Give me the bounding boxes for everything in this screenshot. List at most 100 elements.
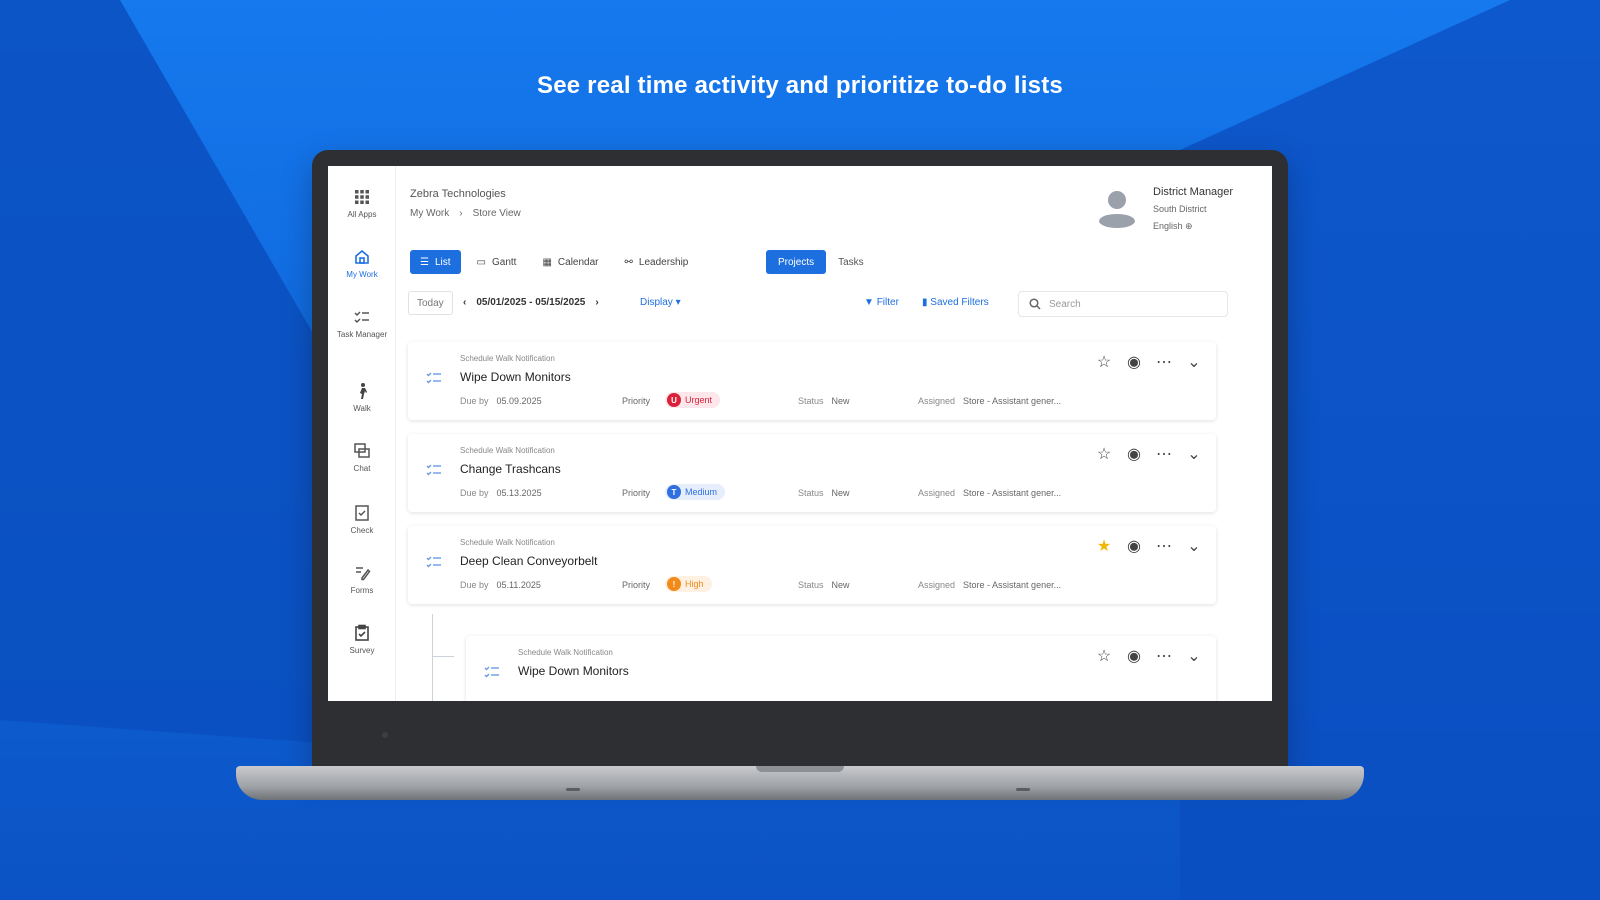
breadcrumb: My Work › Store View	[410, 208, 521, 219]
subtask-connector	[432, 656, 454, 657]
filter-bar: Today ‹ 05/01/2025 - 05/15/2025 › Displa…	[408, 291, 1228, 317]
sidebar-item-chat[interactable]: Chat	[328, 442, 396, 474]
display-dropdown[interactable]: Display ▾	[640, 297, 681, 308]
star-icon[interactable]: ☆	[1096, 354, 1112, 371]
toggle-projects[interactable]: Projects	[766, 250, 827, 274]
today-button[interactable]: Today	[408, 291, 453, 315]
task-title[interactable]: Wipe Down Monitors	[460, 370, 571, 384]
headline: See real time activity and prioritize to…	[537, 72, 1063, 99]
priority-label: Priority	[622, 488, 651, 498]
calendar-icon: ▦	[542, 256, 552, 268]
eye-icon[interactable]: ◉	[1126, 446, 1142, 463]
view-label: List	[434, 256, 451, 268]
chevron-down-icon[interactable]: ⌄	[1186, 354, 1202, 371]
toggle-tasks[interactable]: Tasks	[826, 250, 876, 274]
task-actions: ☆ ◉ ⋯ ⌄	[1096, 446, 1202, 463]
sidebar-item-label: Chat	[353, 464, 371, 473]
breadcrumb-store-view: Store View	[472, 208, 521, 219]
view-gantt-button[interactable]: ▭ Gantt	[466, 250, 527, 274]
list-icon: ☰	[420, 256, 429, 268]
bookmark-icon: ▮	[922, 297, 928, 308]
view-calendar-button[interactable]: ▦ Calendar	[532, 250, 609, 274]
chevron-down-icon[interactable]: ⌄	[1186, 648, 1202, 665]
eye-icon[interactable]: ◉	[1126, 538, 1142, 555]
more-icon[interactable]: ⋯	[1156, 648, 1172, 665]
app-screen: All Apps My Work Task Manager Walk Chat …	[328, 166, 1272, 701]
task-title[interactable]: Change Trashcans	[460, 462, 561, 476]
eye-icon[interactable]: ◉	[1126, 354, 1142, 371]
task-card[interactable]: Schedule Walk Notification Change Trashc…	[408, 434, 1216, 512]
laptop-base	[236, 766, 1364, 800]
task-title[interactable]: Deep Clean Conveyorbelt	[460, 554, 597, 568]
task-card[interactable]: Schedule Walk Notification Wipe Down Mon…	[408, 342, 1216, 420]
user-district: South District	[1153, 204, 1207, 214]
sidebar-item-survey[interactable]: Survey	[328, 624, 396, 656]
view-label: Leadership	[638, 256, 689, 268]
task-list-icon	[426, 556, 441, 568]
task-list-icon	[484, 666, 499, 678]
user-info[interactable]: District Manager South District English …	[1153, 184, 1233, 235]
task-actions: ☆ ◉ ⋯ ⌄	[1096, 648, 1202, 665]
view-list-button[interactable]: ☰ List	[410, 250, 461, 274]
camera-dot	[382, 732, 388, 738]
sidebar-item-my-work[interactable]: My Work	[328, 248, 396, 280]
view-switcher: ☰ List ▭ Gantt ▦ Calendar ⚯ Leadership	[410, 250, 699, 274]
view-leadership-button[interactable]: ⚯ Leadership	[614, 250, 699, 274]
star-filled-icon[interactable]: ★	[1096, 538, 1112, 555]
task-due: Due by 05.13.2025	[460, 488, 542, 498]
avatar[interactable]	[1098, 188, 1136, 228]
task-type: Schedule Walk Notification	[460, 446, 555, 455]
sidebar-item-label: Task Manager	[336, 330, 388, 339]
task-due: Due by 05.11.2025	[460, 580, 541, 590]
priority-label: Priority	[622, 580, 651, 590]
task-actions: ★ ◉ ⋯ ⌄	[1096, 538, 1202, 555]
sidebar-item-all-apps[interactable]: All Apps	[328, 188, 396, 220]
sidebar-item-forms[interactable]: Forms	[328, 564, 396, 596]
filter-label: Filter	[876, 297, 899, 308]
sidebar-item-task-manager[interactable]: Task Manager	[328, 308, 396, 340]
breadcrumb-my-work[interactable]: My Work	[410, 208, 449, 219]
sidebar-item-label: Check	[350, 526, 374, 535]
task-due: Due by 05.09.2025	[460, 396, 542, 406]
sidebar-item-label: My Work	[346, 270, 378, 279]
task-list-icon	[426, 372, 441, 384]
task-type: Schedule Walk Notification	[460, 354, 555, 363]
sidebar-item-label: All Apps	[347, 210, 377, 219]
chevron-down-icon[interactable]: ⌄	[1186, 538, 1202, 555]
search-input[interactable]	[1049, 298, 1209, 310]
more-icon[interactable]: ⋯	[1156, 538, 1172, 555]
chevron-down-icon[interactable]: ⌄	[1186, 446, 1202, 463]
star-icon[interactable]: ☆	[1096, 648, 1112, 665]
urgent-icon: U	[667, 393, 681, 407]
chevron-down-icon: ▾	[675, 297, 681, 308]
globe-icon: ⊕	[1185, 221, 1193, 231]
prev-range-icon[interactable]: ‹	[463, 297, 466, 308]
forms-icon	[356, 567, 371, 581]
task-status: Status New	[798, 580, 850, 590]
star-icon[interactable]: ☆	[1096, 446, 1112, 463]
sidebar-item-label: Survey	[349, 646, 375, 655]
task-card[interactable]: Schedule Walk Notification Deep Clean Co…	[408, 526, 1216, 604]
chat-icon	[354, 443, 370, 458]
task-title[interactable]: Wipe Down Monitors	[518, 664, 629, 678]
sidebar-item-check[interactable]: Check	[328, 504, 396, 536]
sidebar-item-label: Forms	[350, 586, 374, 595]
subtask-card[interactable]: Schedule Walk Notification Wipe Down Mon…	[466, 636, 1216, 701]
home-icon	[355, 249, 369, 264]
hierarchy-icon: ⚯	[624, 256, 633, 268]
date-range-label: 05/01/2025 - 05/15/2025	[476, 297, 586, 308]
eye-icon[interactable]: ◉	[1126, 648, 1142, 665]
task-status: Status New	[798, 488, 850, 498]
search-box	[1018, 291, 1228, 317]
priority-badge: T Medium	[665, 484, 726, 500]
next-range-icon[interactable]: ›	[595, 297, 598, 308]
more-icon[interactable]: ⋯	[1156, 354, 1172, 371]
survey-icon	[355, 624, 369, 641]
more-icon[interactable]: ⋯	[1156, 446, 1172, 463]
medium-icon: T	[667, 485, 681, 499]
filter-button[interactable]: ▼ Filter	[864, 297, 899, 308]
language-selector[interactable]: English ⊕	[1153, 218, 1233, 235]
saved-filters-button[interactable]: ▮ Saved Filters	[922, 297, 989, 308]
task-type: Schedule Walk Notification	[518, 648, 613, 657]
sidebar-item-walk[interactable]: Walk	[328, 382, 396, 414]
